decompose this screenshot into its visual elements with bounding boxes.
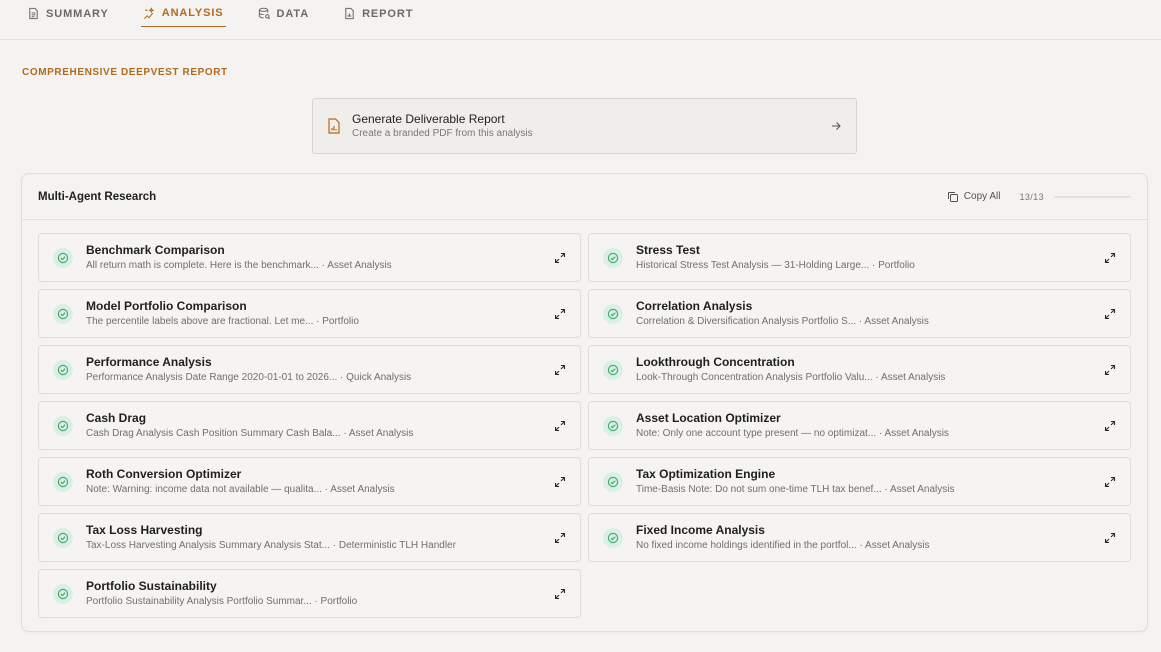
expand-icon[interactable] [1104,476,1116,488]
tab-data-label: DATA [276,7,310,20]
agent-summary: Historical Stress Test Analysis — 31-Hol… [636,260,915,271]
document-icon [29,7,38,20]
expand-icon[interactable] [1104,420,1116,432]
check-circle-icon [53,303,73,324]
check-circle-icon [603,415,623,436]
check-circle-icon [53,583,73,604]
agent-title: Asset Location Optimizer [636,411,781,425]
agent-card[interactable]: Performance Analysis Performance Analysis… [38,345,581,394]
tab-report-label: REPORT [362,7,414,20]
expand-icon[interactable] [554,252,566,264]
multi-agent-research-panel: Multi-Agent Research Copy All 13/13 Benc… [21,173,1148,632]
report-file-icon [328,118,340,134]
agent-summary: No fixed income holdings identified in t… [636,540,930,551]
tab-report[interactable]: REPORT [341,0,415,27]
panel-header: Multi-Agent Research Copy All 13/13 [22,174,1147,220]
agent-title: Model Portfolio Comparison [86,299,247,313]
agent-title: Performance Analysis [86,355,212,369]
expand-icon[interactable] [554,532,566,544]
tab-data[interactable]: DATA [256,0,312,27]
agent-summary: Note: Only one account type present — no… [636,428,949,439]
agent-summary: Portfolio Sustainability Analysis Portfo… [86,596,358,607]
agent-summary: The percentile labels above are fraction… [86,316,359,327]
expand-icon[interactable] [554,588,566,600]
agent-title: Fixed Income Analysis [636,523,765,537]
agent-title: Lookthrough Concentration [636,355,795,369]
progress-fill [1054,195,1131,198]
agent-title: Roth Conversion Optimizer [86,467,242,481]
agent-summary: Time-Basis Note: Do not sum one-time TLH… [636,484,955,495]
agent-card[interactable]: Benchmark Comparison All return math is c… [38,233,581,282]
check-circle-icon [603,471,623,492]
check-circle-icon [603,359,623,380]
generate-report-subtitle: Create a branded PDF from this analysis [352,128,533,139]
database-search-icon [258,7,270,20]
check-circle-icon [603,247,623,268]
check-circle-icon [603,527,623,548]
agent-title: Stress Test [636,243,700,257]
arrow-right-icon [832,122,841,130]
agent-summary: Correlation & Diversification Analysis P… [636,316,929,327]
agent-summary: Performance Analysis Date Range 2020-01-… [86,372,412,383]
expand-icon[interactable] [1104,252,1116,264]
expand-icon[interactable] [1104,308,1116,320]
agent-summary: All return math is complete. Here is the… [86,260,392,271]
check-circle-icon [603,303,623,324]
agent-card[interactable]: Fixed Income Analysis No fixed income hol… [588,513,1131,562]
agent-card[interactable]: Tax Loss Harvesting Tax-Loss Harvesting A… [38,513,581,562]
agent-card[interactable]: Lookthrough Concentration Look-Through Co… [588,345,1131,394]
expand-icon[interactable] [554,364,566,376]
expand-icon[interactable] [554,308,566,320]
expand-icon[interactable] [1104,532,1116,544]
tab-analysis[interactable]: ANALYSIS [140,0,226,27]
copy-all-button[interactable]: Copy All [947,191,1001,203]
tab-summary-label: SUMMARY [46,7,109,20]
agent-card[interactable]: Roth Conversion Optimizer Note: Warning: … [38,457,581,506]
agent-card[interactable]: Model Portfolio Comparison The percentile… [38,289,581,338]
agent-title: Benchmark Comparison [86,243,225,257]
agent-title: Tax Optimization Engine [636,467,776,481]
panel-title: Multi-Agent Research [38,190,157,203]
agent-title: Tax Loss Harvesting [86,523,203,537]
check-circle-icon [53,527,73,548]
check-circle-icon [53,471,73,492]
check-circle-icon [53,247,73,268]
agent-title: Portfolio Sustainability [86,579,217,593]
agent-card[interactable]: Tax Optimization Engine Time-Basis Note: … [588,457,1131,506]
expand-icon[interactable] [1104,364,1116,376]
expand-icon[interactable] [554,476,566,488]
agent-card[interactable]: Stress Test Historical Stress Test Analys… [588,233,1131,282]
agent-card[interactable]: Asset Location Optimizer Note: Only one a… [588,401,1131,450]
tab-summary[interactable]: SUMMARY [25,0,111,27]
expand-icon[interactable] [554,420,566,432]
generate-report-title: Generate Deliverable Report [352,112,505,126]
report-file-icon [345,7,354,20]
agent-summary: Cash Drag Analysis Cash Position Summary… [86,428,414,439]
agent-title: Correlation Analysis [636,299,753,313]
check-circle-icon [53,359,73,380]
agent-count: 13/13 [1019,191,1044,202]
tab-analysis-label: ANALYSIS [161,7,224,19]
agent-card[interactable]: Portfolio Sustainability Portfolio Sustai… [38,569,581,618]
copy-icon [947,191,958,202]
check-circle-icon [53,415,73,436]
agent-summary: Look-Through Concentration Analysis Port… [636,372,946,383]
agent-summary: Note: Warning: income data not available… [86,484,395,495]
agent-summary: Tax-Loss Harvesting Analysis Summary Ana… [86,540,456,551]
agent-card[interactable]: Cash Drag Cash Drag Analysis Cash Positio… [38,401,581,450]
copy-all-label: Copy All [963,191,1001,202]
sparkle-chart-icon [143,6,155,19]
tab-bar: SUMMARY ANALYSIS DATA REPORT [0,0,1161,40]
agent-title: Cash Drag [86,411,147,425]
agent-card[interactable]: Correlation Analysis Correlation & Divers… [588,289,1131,338]
progress-bar [1054,195,1131,198]
generate-report-button[interactable]: Generate Deliverable Report Create a bra… [312,98,857,154]
section-title: COMPREHENSIVE DEEPVEST REPORT [22,67,228,78]
